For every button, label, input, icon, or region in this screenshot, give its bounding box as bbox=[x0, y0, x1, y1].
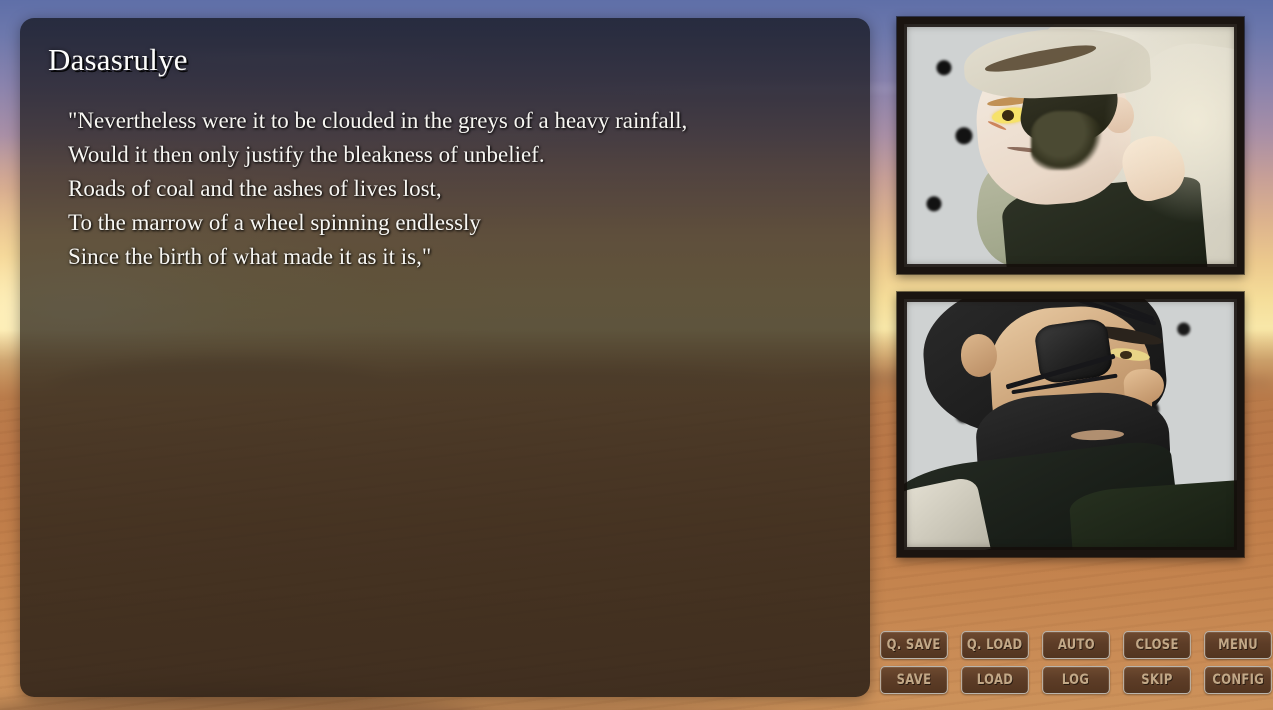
log-button[interactable]: LOG bbox=[1042, 666, 1110, 694]
close-label: CLOSE bbox=[1135, 637, 1179, 653]
quick-save-button[interactable]: Q. SAVE bbox=[880, 631, 948, 659]
control-row-top: Q. SAVE Q. LOAD AUTO CLOSE MENU bbox=[878, 631, 1273, 659]
skip-button[interactable]: SKIP bbox=[1123, 666, 1191, 694]
character-portrait-top bbox=[897, 17, 1244, 274]
load-label: LOAD bbox=[976, 672, 1014, 688]
skip-label: SKIP bbox=[1141, 672, 1173, 688]
close-button[interactable]: CLOSE bbox=[1123, 631, 1191, 659]
quick-save-label: Q. SAVE bbox=[886, 637, 941, 653]
menu-label: MENU bbox=[1218, 637, 1258, 653]
game-screen: Dasasrulye "Nevertheless were it to be c… bbox=[0, 0, 1273, 710]
portrait-artwork bbox=[904, 299, 1237, 550]
quick-load-button[interactable]: Q. LOAD bbox=[961, 631, 1029, 659]
dialogue-box[interactable]: Dasasrulye "Nevertheless were it to be c… bbox=[20, 18, 870, 697]
dialogue-text: "Nevertheless were it to be clouded in t… bbox=[68, 104, 830, 274]
speaker-name: Dasasrulye bbox=[48, 42, 188, 77]
auto-label: AUTO bbox=[1057, 637, 1095, 653]
quick-load-label: Q. LOAD bbox=[967, 637, 1023, 653]
portrait-artwork bbox=[904, 24, 1237, 267]
dialogue-line: Roads of coal and the ashes of lives los… bbox=[68, 176, 442, 201]
dialogue-line: To the marrow of a wheel spinning endles… bbox=[68, 210, 481, 235]
ear bbox=[960, 334, 998, 377]
save-label: SAVE bbox=[896, 672, 932, 688]
load-button[interactable]: LOAD bbox=[961, 666, 1029, 694]
dialogue-line: Would it then only justify the bleakness… bbox=[68, 142, 545, 167]
menu-button[interactable]: MENU bbox=[1204, 631, 1272, 659]
control-button-bar: Q. SAVE Q. LOAD AUTO CLOSE MENU SAVE LOA… bbox=[878, 631, 1273, 694]
save-button[interactable]: SAVE bbox=[880, 666, 948, 694]
config-label: CONFIG bbox=[1212, 672, 1264, 688]
dialogue-line: Since the birth of what made it as it is… bbox=[68, 244, 432, 269]
config-button[interactable]: CONFIG bbox=[1204, 666, 1272, 694]
dialogue-line: "Nevertheless were it to be clouded in t… bbox=[68, 108, 688, 133]
character-portrait-bottom bbox=[897, 292, 1244, 557]
control-row-bottom: SAVE LOAD LOG SKIP CONFIG bbox=[878, 666, 1273, 694]
auto-button[interactable]: AUTO bbox=[1042, 631, 1110, 659]
log-label: LOG bbox=[1062, 672, 1090, 688]
rim-light-glow bbox=[904, 24, 1237, 267]
